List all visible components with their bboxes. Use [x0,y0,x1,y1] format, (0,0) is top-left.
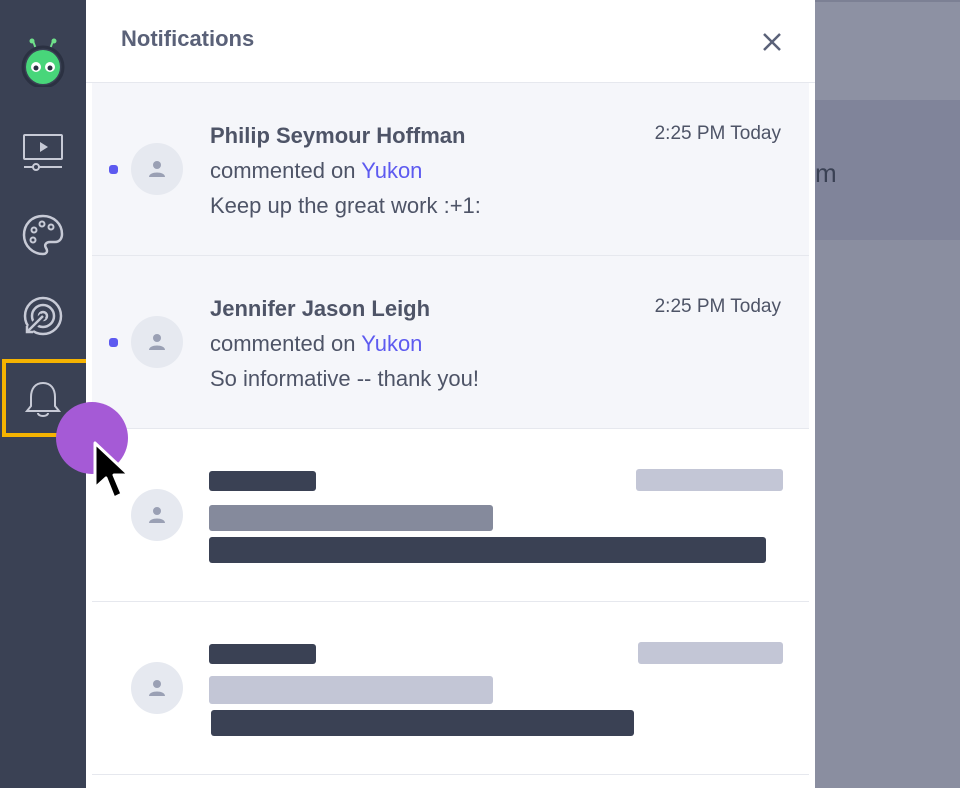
notification-action: commented on Yukon [210,158,422,184]
skeleton-name [209,471,316,491]
skeleton-time [638,642,783,664]
notification-item[interactable]: Philip Seymour Hoffman 2:25 PM Today com… [92,83,809,256]
notification-skeleton [92,602,809,775]
action-text: commented on [210,331,362,356]
user-icon [149,161,165,177]
user-icon [149,334,165,350]
skeleton-action [209,505,493,531]
user-icon [149,680,165,696]
unread-dot [109,165,118,174]
action-text: commented on [210,158,362,183]
notification-message: So informative -- thank you! [210,366,480,391]
notification-item[interactable]: Jennifer Jason Leigh 2:25 PM Today comme… [92,256,809,429]
panel-title: Notifications [121,26,255,51]
notification-time: 2:25 PM Today [654,123,781,144]
yukon-link[interactable]: Yukon [361,331,422,356]
skeleton-action [209,676,493,704]
panel-header: Notifications [86,0,815,83]
close-icon [763,33,781,51]
background-topbar [815,0,960,102]
avatar [131,316,183,368]
video-icon[interactable] [0,128,86,176]
close-button[interactable] [758,28,786,56]
skeleton-time [636,469,783,491]
target-icon[interactable] [0,290,86,342]
mouse-cursor-icon [92,440,132,507]
palette-icon[interactable] [0,210,86,260]
notification-author: Jennifer Jason Leigh [210,296,431,321]
avatar [131,143,183,195]
notification-time: 2:25 PM Today [654,296,781,317]
notifications-panel: Notifications Philip Seymour Hoffman 2:2… [86,0,815,788]
skeleton-message [211,710,634,736]
notification-author: Philip Seymour Hoffman [210,123,466,148]
unread-dot [109,338,118,347]
skeleton-name [209,644,316,664]
skeleton-message [209,537,766,563]
user-icon [149,507,165,523]
avatar-placeholder [131,662,183,714]
notification-action: commented on Yukon [210,331,422,357]
notification-skeleton [92,429,809,602]
background-text: m [815,158,837,188]
robot-logo-icon[interactable] [0,36,86,88]
avatar-placeholder [131,489,183,541]
notification-message: Keep up the great work :+1: [210,193,481,218]
yukon-link[interactable]: Yukon [361,158,422,183]
